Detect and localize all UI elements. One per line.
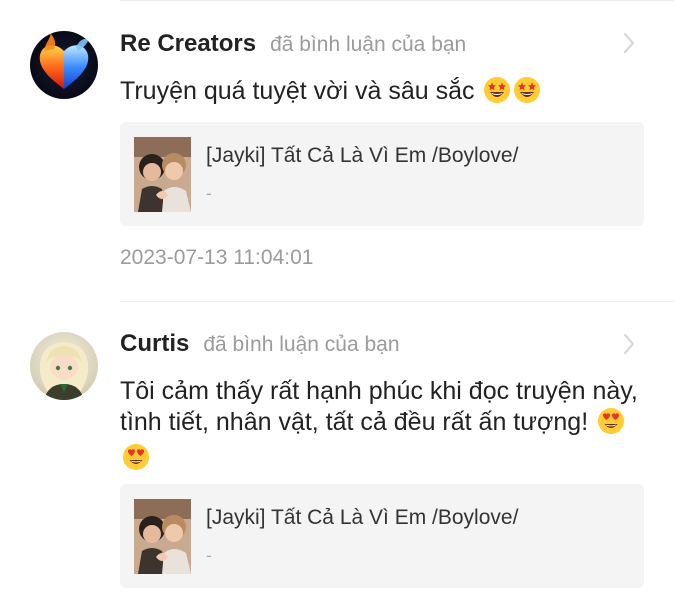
comment-text: Tôi cảm thấy rất hạnh phúc khi đọc truyệ…	[120, 376, 640, 479]
book-title: [Jayki] Tất Cả Là Vì Em /Boylove/	[206, 506, 519, 529]
comment-body: Tôi cảm thấy rất hạnh phúc khi đọc truyệ…	[120, 377, 638, 436]
chevron-right-icon[interactable]	[620, 332, 638, 356]
user-name[interactable]: Re Creators	[120, 30, 256, 58]
user-avatar[interactable]	[30, 31, 98, 99]
comment-header: Curtis đã bình luận của bạn	[120, 330, 400, 360]
comment-header: Re Creators đã bình luận của bạn	[120, 30, 466, 60]
book-card[interactable]: [Jayki] Tất Cả Là Vì Em /Boylove/ -	[120, 122, 644, 226]
anime-girl-avatar	[30, 332, 98, 400]
star-struck-emoji	[513, 76, 541, 112]
action-text: đã bình luận của bạn	[203, 333, 400, 356]
book-subtitle: -	[206, 546, 212, 565]
chevron-right-icon[interactable]	[620, 31, 638, 55]
comment-text: Truyện quá tuyệt vời và sâu sắc	[120, 76, 640, 112]
action-text: đã bình luận của bạn	[270, 33, 467, 56]
fire-ice-heart-avatar	[30, 31, 98, 99]
heart-eyes-emoji	[122, 443, 150, 479]
heart-eyes-emoji	[597, 407, 625, 443]
book-cover-thumbnail	[134, 499, 191, 574]
user-avatar[interactable]	[30, 332, 98, 400]
book-title: [Jayki] Tất Cả Là Vì Em /Boylove/	[206, 144, 519, 167]
star-struck-emoji	[483, 76, 511, 112]
book-cover-thumbnail	[134, 137, 191, 212]
book-card[interactable]: [Jayki] Tất Cả Là Vì Em /Boylove/ -	[120, 484, 644, 588]
comment-item[interactable]: Re Creators đã bình luận của bạn Truyện …	[0, 0, 674, 300]
comment-item[interactable]: Curtis đã bình luận của bạn Tôi cảm thấy…	[0, 302, 674, 600]
user-name[interactable]: Curtis	[120, 330, 189, 358]
comment-timestamp: 2023-07-13 11:04:01	[120, 246, 314, 269]
comment-body: Truyện quá tuyệt vời và sâu sắc	[120, 77, 475, 105]
book-subtitle: -	[206, 184, 212, 203]
